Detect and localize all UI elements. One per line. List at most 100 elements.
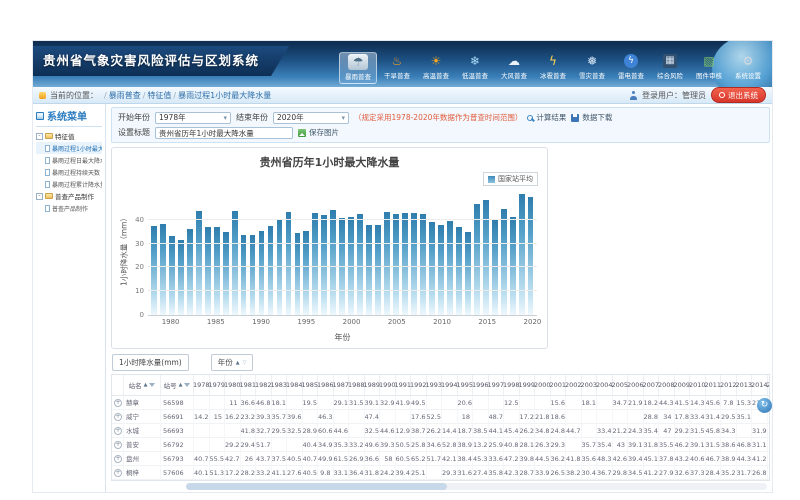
nav-item-drought[interactable]: ♨干旱普查 — [378, 52, 416, 84]
year-header[interactable]: 2009 — [675, 375, 691, 395]
year-header[interactable]: 2003 — [582, 375, 598, 395]
expand-row-icon[interactable]: + — [114, 441, 122, 449]
year-header[interactable]: 2010 — [690, 375, 706, 395]
collapse-icon[interactable]: - — [36, 193, 43, 200]
measure-chip[interactable]: 1小时降水量(mm) — [112, 354, 189, 371]
year-header[interactable]: 1985 — [303, 375, 319, 395]
year-header[interactable]: 1996 — [473, 375, 489, 395]
year-header[interactable]: 2004 — [597, 375, 613, 395]
column-field-chip[interactable]: 年份 ▲ ▽ — [211, 354, 254, 371]
search-icon — [527, 115, 533, 121]
end-year-select[interactable]: 2020年 ▾ — [273, 112, 349, 124]
nav-item-risk-calculator[interactable]: ▦综合风险 — [651, 52, 689, 84]
year-header[interactable]: 1997 — [489, 375, 505, 395]
nav-item-map-review[interactable]: ▧图件审核 — [690, 52, 728, 84]
chart-title-input[interactable]: 贵州省历年1小时最大降水量 — [155, 127, 293, 139]
year-header[interactable]: 2011 — [706, 375, 722, 395]
year-header[interactable]: 1989 — [365, 375, 381, 395]
year-header[interactable]: 2012 — [721, 375, 737, 395]
breadcrumb-link[interactable]: 暴雨普查 — [109, 91, 141, 100]
sort-desc-icon[interactable]: ▽ — [243, 360, 247, 366]
year-header[interactable]: 1984 — [287, 375, 303, 395]
sort-asc-icon[interactable]: ▲ — [144, 382, 148, 388]
year-header[interactable]: 1980 — [225, 375, 241, 395]
year-header[interactable]: 2013 — [737, 375, 753, 395]
expand-row-icon[interactable]: + — [114, 399, 122, 407]
year-header[interactable]: 2002 — [566, 375, 582, 395]
value-cell: 27.4 — [473, 466, 489, 480]
value-cell: 37.3 — [690, 466, 706, 480]
filter-funnel-icon[interactable] — [149, 383, 155, 387]
value-cell: 24.8 — [551, 424, 567, 438]
sidebar-item-page[interactable]: 暴雨过程持续天数 — [36, 166, 102, 178]
value-cell: 44.3 — [659, 396, 675, 410]
chart-legend[interactable]: 国家站平均 — [483, 172, 538, 186]
nav-item-wind[interactable]: ☁大风普查 — [495, 52, 533, 84]
year-header[interactable]: 1993 — [427, 375, 443, 395]
nav-item-snow[interactable]: ❅雪灾普查 — [573, 52, 611, 84]
tree-node[interactable]: -特征值 — [36, 130, 102, 142]
nav-item-high-temp[interactable]: ☀高温普查 — [417, 52, 455, 84]
year-header[interactable]: 1992 — [411, 375, 427, 395]
nav-item-hail[interactable]: ϟ冰雹普查 — [534, 52, 572, 84]
nav-item-rainstorm[interactable]: ☂暴雨普查 — [339, 52, 377, 84]
year-header[interactable]: 1990 — [380, 375, 396, 395]
scrollbar-thumb[interactable] — [186, 483, 447, 490]
year-header[interactable]: 1998 — [504, 375, 520, 395]
sidebar-item-current[interactable]: 暴雨过程1小时最大降水量 — [36, 142, 102, 154]
data-download-button[interactable]: 数据下载 — [571, 112, 612, 123]
horizontal-scrollbar[interactable] — [186, 483, 767, 490]
value-cell — [768, 424, 771, 438]
station-id-header[interactable]: 站号▲ — [161, 375, 194, 395]
sidebar-item-page[interactable]: 暴雨过程累计降水量 — [36, 178, 102, 190]
logout-button[interactable]: 退出系统 — [711, 87, 766, 103]
nav-item-label: 雪灾普查 — [579, 72, 605, 80]
year-header[interactable]: 2014 — [752, 375, 768, 395]
year-header[interactable]: 1999 — [520, 375, 536, 395]
expand-row-icon[interactable]: + — [114, 427, 122, 435]
year-header[interactable]: 2007 — [644, 375, 660, 395]
value-cell: 42.6 — [613, 452, 629, 466]
year-header[interactable]: 1981 — [241, 375, 257, 395]
expand-row-icon[interactable]: + — [114, 455, 122, 463]
year-header[interactable]: 2000 — [535, 375, 551, 395]
save-image-button[interactable]: 保存图片 — [298, 127, 339, 138]
screenshot-canvas: 贵州省气象灾害风险评估与区划系统 ☂暴雨普查♨干旱普查☀高温普查❄低温普查☁大风… — [0, 0, 800, 500]
collapse-icon[interactable]: - — [36, 133, 43, 140]
expand-row-icon[interactable]: + — [114, 469, 122, 477]
year-header[interactable]: 2006 — [628, 375, 644, 395]
year-header[interactable]: 2008 — [659, 375, 675, 395]
sidebar-item-page[interactable]: 普查产品制作 — [36, 202, 102, 214]
breadcrumb-link[interactable]: 特征值 — [147, 91, 171, 100]
year-header[interactable]: 1988 — [349, 375, 365, 395]
gridline — [148, 243, 537, 244]
filter-funnel-icon[interactable] — [184, 383, 190, 387]
year-header[interactable]: 2005 — [613, 375, 629, 395]
filter-panel: 开始年份 1978年 ▾ 结束年份 2020年 ▾ （规定采用1978-2020… — [111, 107, 770, 143]
breadcrumb-link[interactable]: 暴雨过程1小时最大降水量 — [178, 91, 271, 100]
year-header[interactable]: 1983 — [272, 375, 288, 395]
tree-node[interactable]: -普查产品制作 — [36, 190, 102, 202]
year-header[interactable]: 1982 — [256, 375, 272, 395]
year-header[interactable]: 1991 — [396, 375, 412, 395]
station-name-header[interactable]: 站名▲ — [124, 375, 161, 395]
value-cell: 31.1 — [752, 438, 768, 452]
expand-row-icon[interactable]: + — [114, 413, 122, 421]
sort-asc-icon[interactable]: ▲ — [236, 360, 240, 366]
year-header[interactable]: 1994 — [442, 375, 458, 395]
year-header[interactable]: 1987 — [334, 375, 350, 395]
year-header[interactable]: 1979 — [210, 375, 226, 395]
sidebar-item-page[interactable]: 暴雨过程日最大降水量 — [36, 154, 102, 166]
calc-result-button[interactable]: 计算结果 — [527, 112, 566, 123]
sort-asc-icon[interactable]: ▲ — [179, 382, 183, 388]
refresh-float-button[interactable]: ↻ — [757, 398, 772, 413]
year-header[interactable]: 1995 — [458, 375, 474, 395]
year-header[interactable]: 1978 — [194, 375, 210, 395]
year-header[interactable]: 2015 — [768, 375, 771, 395]
year-header[interactable]: 2001 — [551, 375, 567, 395]
year-header[interactable]: 1986 — [318, 375, 334, 395]
nav-item-lightning[interactable]: ϟ雷电普查 — [612, 52, 650, 84]
nav-item-settings[interactable]: ⚙系统设置 — [729, 52, 767, 84]
nav-item-low-temp[interactable]: ❄低温普查 — [456, 52, 494, 84]
start-year-select[interactable]: 1978年 ▾ — [155, 112, 231, 124]
